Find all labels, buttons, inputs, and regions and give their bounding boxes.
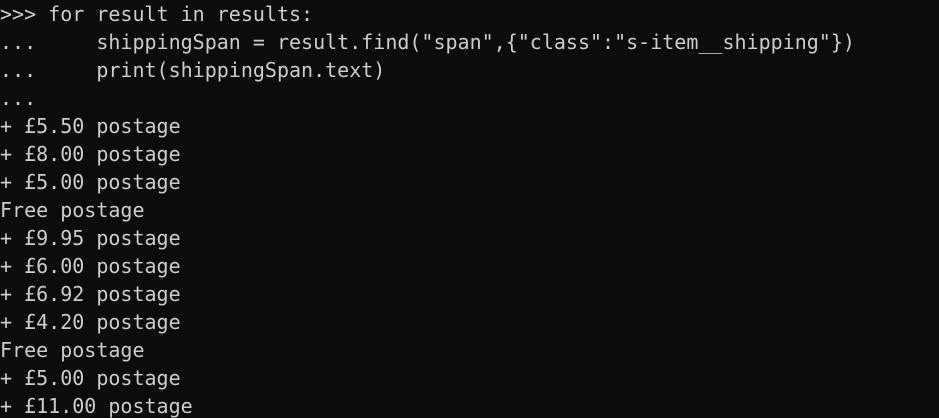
output-line: + £5.00 postage: [0, 366, 181, 390]
prompt-line-print: ... print(shippingSpan.text): [0, 58, 386, 82]
output-line: + £5.50 postage: [0, 114, 181, 138]
output-line: + £5.00 postage: [0, 170, 181, 194]
terminal-output[interactable]: >>> for result in results: ... shippingS…: [0, 0, 939, 418]
output-line: Free postage: [0, 198, 145, 222]
output-line: + £4.20 postage: [0, 310, 181, 334]
output-line: + £8.00 postage: [0, 142, 181, 166]
output-line: Free postage: [0, 338, 145, 362]
output-line: + £6.00 postage: [0, 254, 181, 278]
prompt-line-find: ... shippingSpan = result.find("span",{"…: [0, 30, 855, 54]
output-line: + £11.00 postage: [0, 394, 193, 418]
output-line: + £9.95 postage: [0, 226, 181, 250]
prompt-line-for: >>> for result in results:: [0, 2, 314, 26]
prompt-line-continuation: ...: [0, 86, 37, 110]
output-line: + £6.92 postage: [0, 282, 181, 306]
